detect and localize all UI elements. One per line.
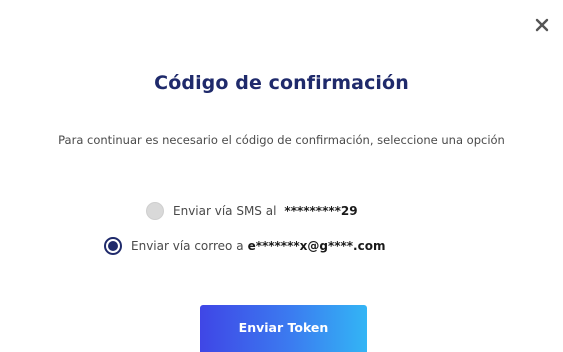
- close-icon[interactable]: [535, 17, 549, 32]
- sms-option-label: Enviar vía SMS al: [173, 204, 277, 218]
- email-option[interactable]: Enviar vía correo a e*******x@g****.com: [104, 237, 385, 255]
- sms-masked-phone: *********29: [284, 204, 358, 218]
- send-token-button[interactable]: Enviar Token: [200, 305, 367, 352]
- email-masked-address: e*******x@g****.com: [247, 239, 386, 253]
- radio-selected-dot: [108, 241, 118, 251]
- email-radio[interactable]: [104, 237, 122, 255]
- dialog-title: Código de confirmación: [154, 72, 409, 94]
- email-option-label: Enviar vía correo a: [131, 239, 244, 253]
- sms-radio[interactable]: [146, 202, 164, 220]
- dialog-subtitle: Para continuar es necesario el código de…: [58, 133, 505, 147]
- sms-option[interactable]: Enviar vía SMS al *********29: [146, 202, 358, 220]
